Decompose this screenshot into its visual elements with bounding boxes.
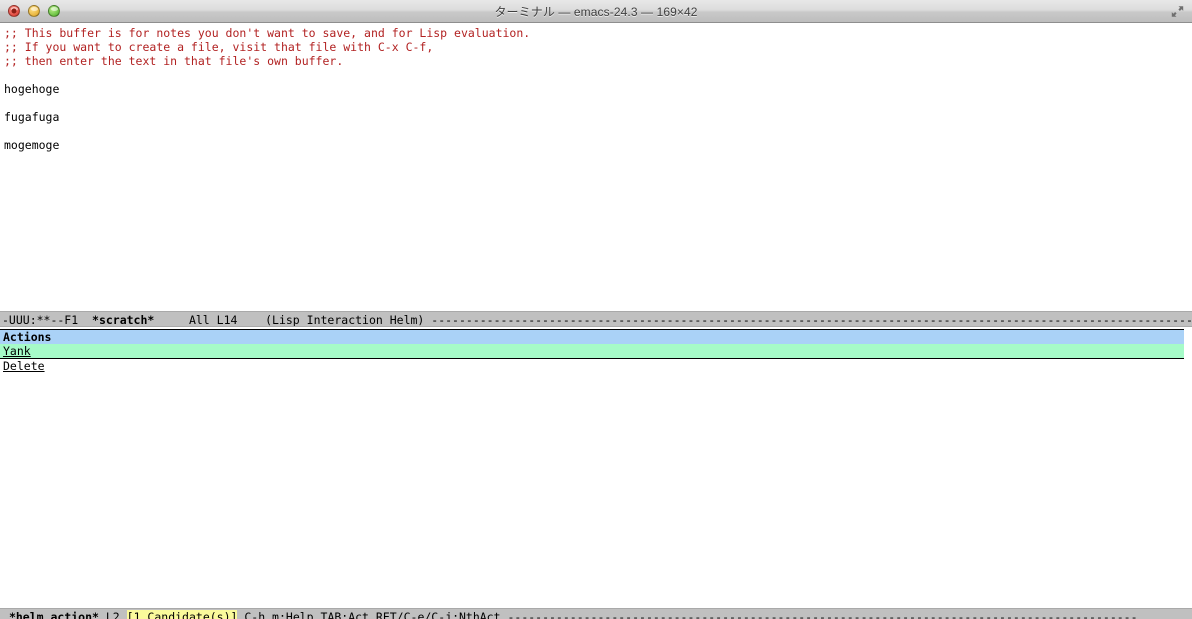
buffer-line: mogemoge	[4, 138, 60, 152]
zoom-button[interactable]	[48, 5, 60, 17]
window-title: ターミナル — emacs-24.3 — 169×42	[494, 4, 698, 19]
modeline-major-mode: (Lisp Interaction Helm)	[265, 313, 432, 327]
terminal-window: ターミナル — emacs-24.3 — 169×42 ;; This buff…	[0, 0, 1192, 619]
helm-modeline-position: L2	[98, 610, 127, 619]
helm-modeline-filler: ----------------------------------------…	[507, 610, 1138, 619]
window-titlebar: ターミナル — emacs-24.3 — 169×42	[0, 0, 1192, 23]
buffer-line: fugafuga	[4, 110, 60, 124]
close-button[interactable]	[8, 5, 20, 17]
modeline-buffer-name: *scratch*	[92, 313, 155, 327]
helm-action-buffer[interactable]: Actions Yank Delete	[0, 329, 1192, 606]
buffer-line: ;; then enter the text in that file's ow…	[4, 54, 344, 68]
modeline-position: All L14	[154, 313, 266, 327]
helm-candidate-delete[interactable]: Delete	[0, 359, 1184, 373]
buffer-line	[0, 96, 1192, 110]
buffer-line: ;; If you want to create a file, visit t…	[4, 40, 434, 54]
helm-candidate-count: [1 Candidate(s)]	[126, 610, 238, 619]
buffer-line: ;; This buffer is for notes you don't wa…	[4, 26, 531, 40]
helm-modeline-buffer-name: *helm action*	[8, 610, 99, 619]
helm-candidate-label: Delete	[3, 359, 45, 373]
minimize-button[interactable]	[28, 5, 40, 17]
scratch-buffer[interactable]: ;; This buffer is for notes you don't wa…	[0, 23, 1192, 310]
buffer-line	[0, 124, 1192, 138]
fullscreen-expand-icon[interactable]	[1169, 3, 1186, 20]
helm-source-header: Actions	[0, 329, 1184, 344]
emacs-frame: ;; This buffer is for notes you don't wa…	[0, 23, 1192, 619]
modeline-filler: ----------------------------------------…	[431, 313, 1192, 327]
window-traffic-lights	[8, 0, 60, 22]
helm-candidate-label: Yank	[3, 344, 31, 358]
scratch-modeline: -UUU:**--F1 *scratch* All L14 (Lisp Inte…	[0, 311, 1192, 327]
helm-modeline: *helm action* L2 [1 Candidate(s)] C-h m:…	[0, 608, 1192, 619]
buffer-line	[0, 68, 1192, 82]
modeline-status: -UUU:**--F1	[2, 313, 93, 327]
buffer-line: hogehoge	[4, 82, 60, 96]
helm-source-header-label: Actions	[3, 330, 52, 344]
close-icon	[11, 8, 17, 14]
helm-modeline-keybindings: C-h m:Help TAB:Act RET/C-e/C-j:NthAct	[237, 610, 508, 619]
helm-candidate-yank[interactable]: Yank	[0, 344, 1184, 359]
